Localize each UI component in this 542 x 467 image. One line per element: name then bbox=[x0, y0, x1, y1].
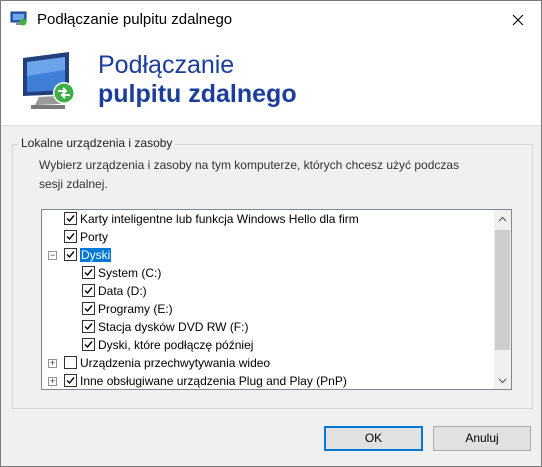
tree-item[interactable]: Programy (E:) bbox=[42, 301, 492, 319]
collapse-icon[interactable]: − bbox=[48, 251, 57, 260]
scroll-thumb[interactable] bbox=[495, 230, 510, 350]
tree-item[interactable]: Stacja dysków DVD RW (F:) bbox=[42, 319, 492, 337]
tree-item-label: Karty inteligentne lub funkcja Windows H… bbox=[80, 212, 359, 226]
checkmark-icon bbox=[84, 323, 93, 331]
window-title: Podłączanie pulpitu zdalnego bbox=[37, 11, 233, 28]
remote-desktop-monitor-icon bbox=[23, 52, 75, 109]
checkmark-icon bbox=[66, 377, 75, 385]
tree-item[interactable]: + Urządzenia przechwytywania wideo bbox=[42, 355, 492, 373]
cancel-button[interactable]: Anuluj bbox=[433, 426, 531, 451]
tree-item[interactable]: Data (D:) bbox=[42, 283, 492, 301]
tree-item-label: Programy (E:) bbox=[98, 302, 173, 316]
tree-item-label: Porty bbox=[80, 230, 109, 244]
tree-item-label: Dyski bbox=[80, 248, 112, 262]
checkbox[interactable] bbox=[82, 284, 95, 297]
tree-item-label: Data (D:) bbox=[98, 284, 147, 298]
close-button[interactable] bbox=[495, 1, 541, 38]
expand-icon[interactable]: + bbox=[48, 377, 57, 386]
checkbox[interactable] bbox=[82, 320, 95, 333]
tree-item-label: Inne obsługiwane urządzenia Plug and Pla… bbox=[80, 374, 347, 388]
chevron-down-icon bbox=[498, 378, 507, 383]
header-banner: Podłączanie pulpitu zdalnego bbox=[1, 38, 541, 126]
checkbox[interactable] bbox=[64, 248, 77, 261]
checkmark-icon bbox=[84, 269, 93, 277]
checkbox[interactable] bbox=[82, 302, 95, 315]
tree-item[interactable]: Dyski, które podłączę później bbox=[42, 337, 492, 355]
checkmark-icon bbox=[66, 215, 75, 223]
expand-icon[interactable]: + bbox=[48, 359, 57, 368]
checkbox[interactable] bbox=[64, 356, 77, 369]
tree-item[interactable]: System (C:) bbox=[42, 265, 492, 283]
group-description: Wybierz urządzenia i zasoby na tym kompu… bbox=[39, 158, 460, 191]
banner-title-line2: pulpitu zdalnego bbox=[98, 80, 297, 108]
remote-desktop-icon bbox=[10, 11, 27, 26]
tree-item[interactable]: − Dyski bbox=[42, 247, 492, 265]
checkbox[interactable] bbox=[64, 230, 77, 243]
tree-item-label: Stacja dysków DVD RW (F:) bbox=[98, 320, 249, 334]
tree-item[interactable]: Porty bbox=[42, 229, 492, 247]
checkmark-icon bbox=[66, 233, 75, 241]
close-icon bbox=[512, 14, 524, 25]
checkmark-icon bbox=[84, 305, 93, 313]
ok-button[interactable]: OK bbox=[324, 426, 423, 451]
checkbox[interactable] bbox=[64, 212, 77, 225]
tree-item-label: Dyski, które podłączę później bbox=[98, 338, 254, 352]
tree-item-label: System (C:) bbox=[98, 266, 162, 280]
tree-item-label: Urządzenia przechwytywania wideo bbox=[80, 356, 271, 370]
scroll-up-button[interactable] bbox=[494, 210, 511, 227]
checkmark-icon bbox=[84, 287, 93, 295]
checkbox[interactable] bbox=[82, 338, 95, 351]
checkmark-icon bbox=[84, 341, 93, 349]
title-bar: Podłączanie pulpitu zdalnego bbox=[1, 1, 541, 38]
checkbox[interactable] bbox=[82, 266, 95, 279]
device-tree: Karty inteligentne lub funkcja Windows H… bbox=[41, 209, 512, 390]
checkmark-icon bbox=[66, 251, 75, 259]
group-legend: Lokalne urządzenia i zasoby bbox=[18, 136, 176, 150]
banner-title-line1: Podłączanie bbox=[98, 51, 235, 79]
chevron-up-icon bbox=[498, 216, 507, 221]
scroll-down-button[interactable] bbox=[494, 372, 511, 389]
tree-item[interactable]: + Inne obsługiwane urządzenia Plug and Pl… bbox=[42, 373, 492, 389]
tree-scrollbar[interactable] bbox=[494, 210, 511, 389]
checkbox[interactable] bbox=[64, 374, 77, 387]
dialog-window: Podłączanie pulpitu zdalnego Podłączanie… bbox=[0, 0, 542, 467]
tree-item[interactable]: Karty inteligentne lub funkcja Windows H… bbox=[42, 211, 492, 229]
